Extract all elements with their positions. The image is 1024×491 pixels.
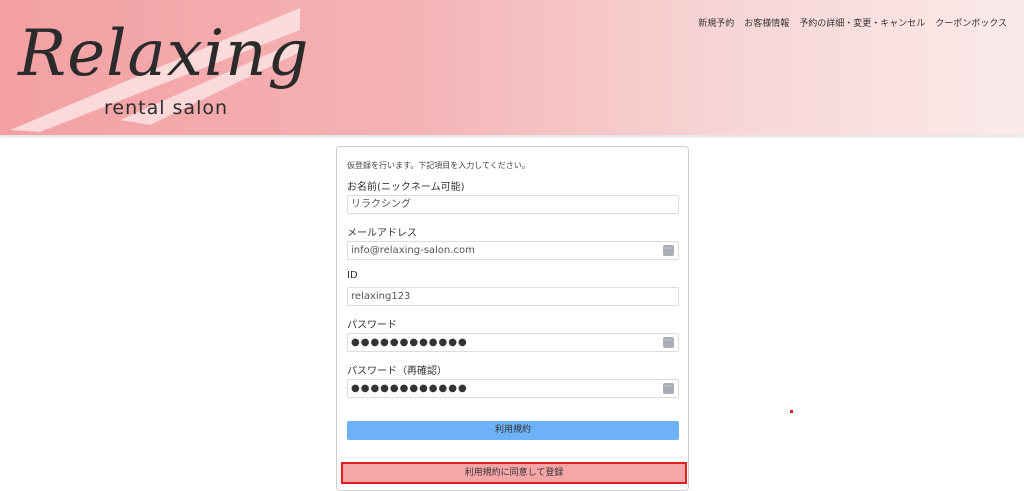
autofill-icon[interactable]: ··· (663, 245, 674, 256)
nav-customer-info[interactable]: お客様情報 (744, 16, 789, 29)
email-input[interactable]: info@relaxing-salon.com (347, 241, 679, 260)
registration-card: 仮登録を行います。下記項目を入力してください。 お名前(ニックネーム可能) リラ… (336, 146, 689, 491)
password-label: パスワード (347, 320, 397, 331)
password-confirm-input[interactable]: ●●●●●●●●●●●● (347, 379, 679, 398)
id-label: ID (347, 270, 358, 281)
name-input[interactable]: リラクシング (347, 195, 679, 214)
terms-button[interactable]: 利用規約 (347, 421, 679, 440)
form-intro: 仮登録を行います。下記項目を入力してください。 (347, 161, 530, 170)
nav-reservation-details[interactable]: 予約の詳細・変更・キャンセル (799, 16, 925, 29)
nav-coupon-box[interactable]: クーポンボックス (935, 16, 1007, 29)
password-input[interactable]: ●●●●●●●●●●●● (347, 333, 679, 352)
password-autofill-icon[interactable]: ··· (663, 337, 674, 348)
id-input[interactable]: relaxing123 (347, 287, 679, 306)
brand-logo-script[interactable]: Relaxing (18, 22, 309, 86)
name-label: お名前(ニックネーム可能) (347, 182, 465, 193)
brand-logo-subtitle: rental salon (104, 97, 229, 119)
nav-new-reservation[interactable]: 新規予約 (698, 16, 734, 29)
red-dot-marker (790, 410, 793, 413)
email-label: メールアドレス (347, 228, 417, 239)
site-header: Relaxing rental salon 新規予約 お客様情報 予約の詳細・変… (0, 0, 1024, 135)
password-confirm-autofill-icon[interactable]: ··· (663, 383, 674, 394)
password-confirm-label: パスワード（再確認） (347, 366, 447, 377)
top-nav: 新規予約 お客様情報 予約の詳細・変更・キャンセル クーポンボックス (698, 16, 1007, 29)
agree-register-button[interactable]: 利用規約に同意して登録 (341, 462, 687, 484)
